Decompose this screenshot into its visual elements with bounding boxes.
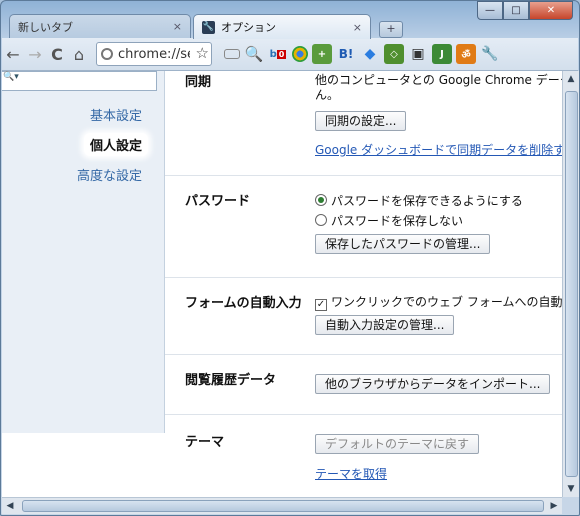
chrome-icon[interactable]	[292, 46, 308, 62]
hatena-bookmark-icon[interactable]: B!	[336, 44, 356, 64]
close-window-button[interactable]: ✕	[529, 1, 573, 20]
sidebar-item-advanced[interactable]: 高度な設定	[77, 165, 142, 184]
home-icon[interactable]: ⌂	[68, 45, 90, 64]
theme-section: テーマ デフォルトのテーマに戻す テーマを取得	[165, 414, 562, 497]
horizontal-scrollbar[interactable]: ◀ ▶	[2, 497, 562, 514]
settings-search-input[interactable]: 🔍▾	[2, 71, 157, 91]
get-themes-link[interactable]: テーマを取得	[315, 465, 387, 482]
tab-options[interactable]: 🔧 オプション ×	[193, 14, 371, 39]
scroll-left-icon[interactable]: ◀	[2, 498, 18, 514]
magnifier-icon[interactable]: 🔍	[244, 44, 264, 64]
omnibox-text: chrome://settings	[118, 46, 190, 62]
toolbar: ← → C ⌂ chrome://settings ☆ 🔍 b0 + B! ◆ …	[2, 38, 578, 71]
theme-title: テーマ	[185, 435, 225, 450]
dropbox-icon[interactable]: ◆	[360, 44, 380, 64]
browsing-data-section: 閲覧履歴データ 他のブラウザからデータをインポート...	[165, 354, 562, 415]
sidebar-item-personal[interactable]: 個人設定	[83, 133, 148, 156]
tab-label: オプション	[221, 21, 276, 34]
save-password-label: パスワードを保存できるようにする	[331, 194, 523, 208]
forward-arrow-icon[interactable]: →	[24, 45, 46, 64]
autofill-title: フォームの自動入力	[185, 296, 302, 311]
settings-page: 🔍▾ 基本設定 個人設定 高度な設定 同期 他のコンピュータとの Google …	[2, 71, 562, 497]
scroll-right-icon[interactable]: ▶	[546, 498, 562, 514]
radio-icon-checked[interactable]	[315, 194, 327, 206]
vertical-scrollbar[interactable]: ▲ ▼	[562, 71, 579, 497]
sync-settings-button[interactable]: 同期の設定...	[315, 111, 407, 131]
camera-icon[interactable]: ▣	[408, 44, 428, 64]
autofill-checkbox[interactable]: ✓ ワンクリックでのウェブ フォームへの自動入力を	[315, 293, 562, 311]
sidebar-spacer	[2, 433, 164, 497]
window-controls: — □ ✕	[477, 1, 573, 20]
wrench-menu-icon[interactable]: 🔧	[480, 44, 500, 64]
autofill-section: フォームの自動入力 ✓ ワンクリックでのウェブ フォームへの自動入力を 自動入力設…	[165, 277, 562, 354]
evernote-icon[interactable]: ◇	[384, 44, 404, 64]
vertical-scroll-thumb[interactable]	[565, 91, 578, 477]
green-extension-icon[interactable]: +	[312, 44, 332, 64]
settings-sidebar: 🔍▾ 基本設定 個人設定 高度な設定	[2, 71, 165, 433]
scroll-up-icon[interactable]: ▲	[563, 71, 579, 87]
tab-label: 新しいタブ	[18, 20, 73, 34]
new-tab-button[interactable]: +	[379, 21, 403, 38]
sync-section: 同期 他のコンピュータとの Google Chrome データの同 ん。 同期の…	[165, 71, 562, 174]
no-save-password-option[interactable]: パスワードを保存しない	[315, 212, 463, 229]
globe-icon	[101, 48, 113, 60]
google-dashboard-link[interactable]: Google ダッシュボードで同期データを削除する	[315, 141, 562, 158]
star-icon[interactable]: ☆	[196, 44, 209, 62]
translate-icon[interactable]: J	[432, 44, 452, 64]
autofill-settings-button[interactable]: 自動入力設定の管理...	[315, 315, 455, 335]
sync-description: 他のコンピュータとの Google Chrome データの同	[315, 73, 562, 87]
reset-theme-button[interactable]: デフォルトのテーマに戻す	[315, 434, 480, 454]
manage-passwords-button[interactable]: 保存したパスワードの管理...	[315, 234, 491, 254]
save-password-option[interactable]: パスワードを保存できるようにする	[315, 192, 523, 209]
password-title: パスワード	[185, 194, 251, 209]
browser-window: — □ ✕ 新しいタブ × 🔧 オプション × + ← → C ⌂ chrome…	[0, 0, 580, 516]
scroll-down-icon[interactable]: ▼	[563, 481, 579, 497]
password-section: パスワード パスワードを保存できるようにする パスワードを保存しない 保存したパ…	[165, 175, 562, 268]
checkbox-icon-checked[interactable]: ✓	[315, 299, 327, 311]
close-tab-icon[interactable]: ×	[353, 21, 362, 34]
minimize-button[interactable]: —	[477, 1, 503, 20]
reload-icon[interactable]: C	[46, 45, 68, 64]
page-action-icon[interactable]	[224, 49, 240, 59]
sync-title: 同期	[185, 75, 212, 90]
horizontal-scroll-thumb[interactable]	[22, 500, 544, 512]
wrench-icon: 🔧	[202, 20, 215, 34]
sync-description-cont: ん。	[315, 88, 340, 102]
tab-new-tab[interactable]: 新しいタブ ×	[9, 14, 191, 38]
close-tab-icon[interactable]: ×	[173, 20, 182, 33]
autofill-checkbox-label: ワンクリックでのウェブ フォームへの自動入力を	[331, 295, 562, 309]
maximize-button[interactable]: □	[503, 1, 529, 20]
read-later-icon[interactable]: ॐ	[456, 44, 476, 64]
omnibox[interactable]: chrome://settings ☆	[96, 42, 212, 66]
sidebar-item-basic[interactable]: 基本設定	[90, 105, 142, 124]
radio-icon[interactable]	[315, 214, 327, 226]
import-data-button[interactable]: 他のブラウザからデータをインポート...	[315, 374, 551, 394]
browsing-data-title: 閲覧履歴データ	[185, 373, 277, 388]
extension-icons: 🔍 b0 + B! ◆ ◇ ▣ J ॐ 🔧	[218, 44, 502, 64]
badge-extension-icon[interactable]: b0	[268, 44, 288, 64]
back-arrow-icon[interactable]: ←	[2, 45, 24, 64]
no-save-password-label: パスワードを保存しない	[331, 214, 464, 228]
